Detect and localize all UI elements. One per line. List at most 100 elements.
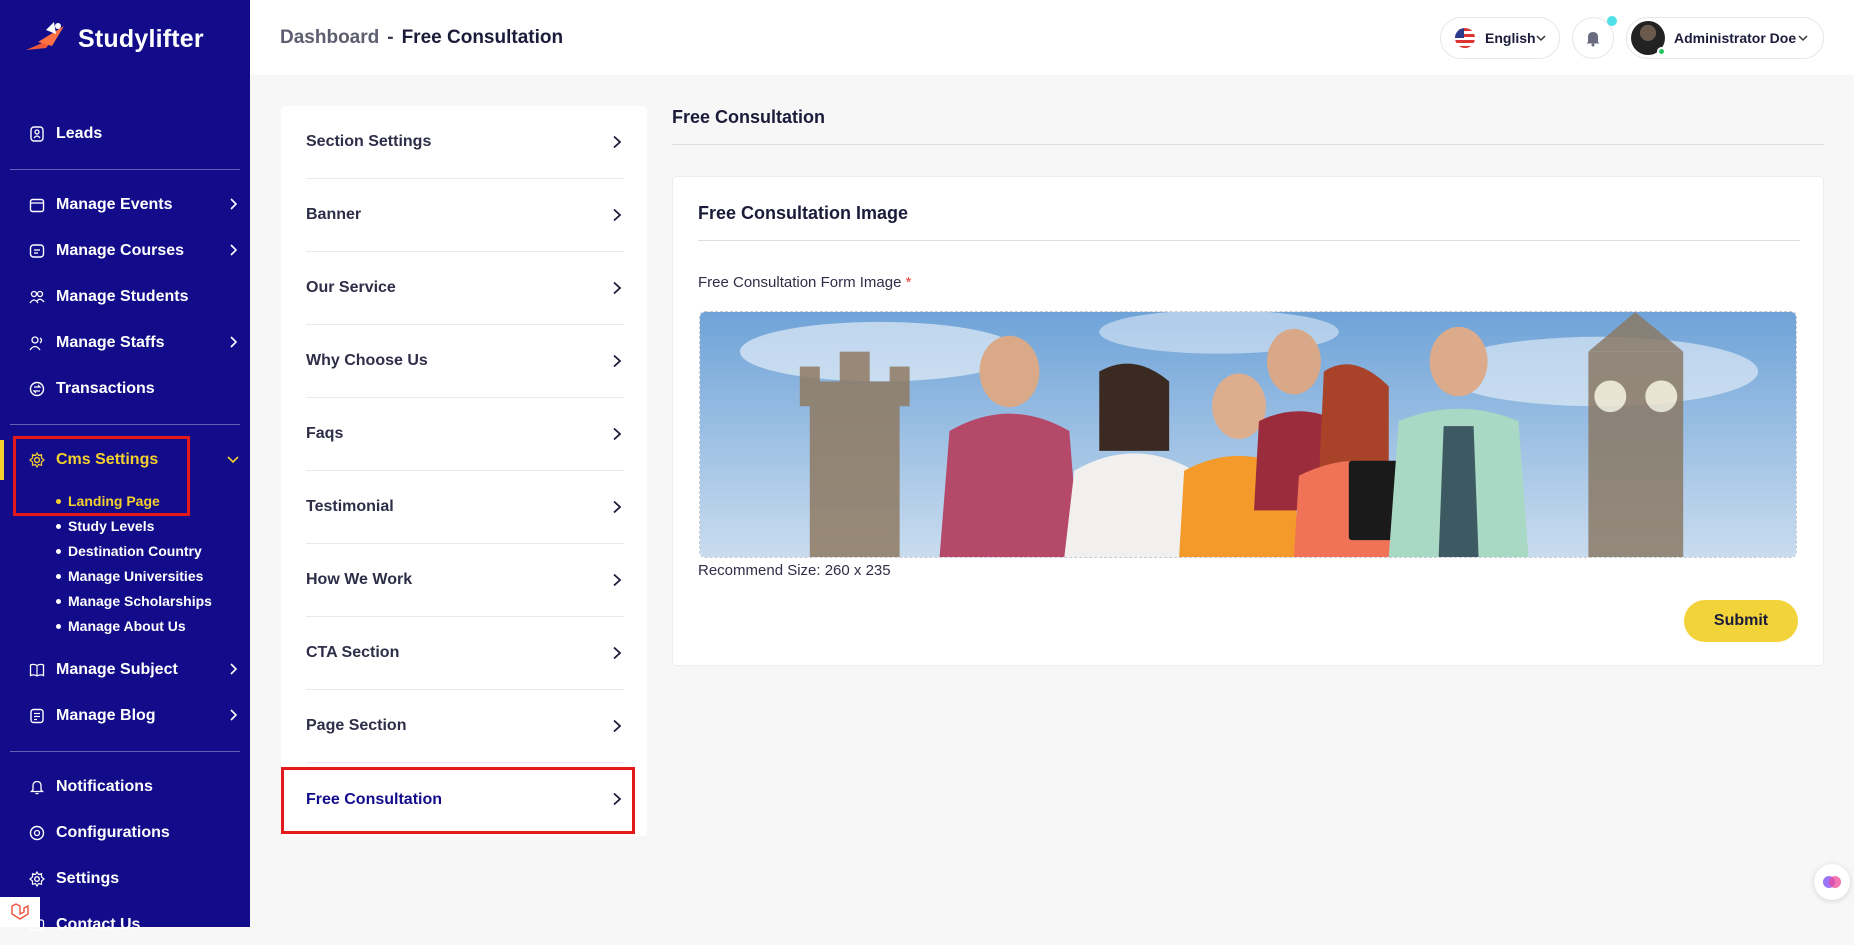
sidebar-divider [10,169,240,170]
chevron-right-icon [230,709,238,721]
section-menu-label: Page Section [306,717,407,734]
sidebar-item-manage-students[interactable]: Manage Students [10,277,240,317]
card-title: Free Consultation Image [698,203,909,223]
notification-dot [1607,16,1617,26]
chevron-right-icon [613,354,622,368]
section-menu-label: Section Settings [306,133,432,150]
notification-button[interactable] [1572,16,1617,59]
sidebar-item-label: Notifications [56,778,153,795]
sidebar-item-label: Configurations [56,824,170,841]
section-menu-item-testimonial[interactable]: Testimonial [306,471,624,544]
section-menu-item-banner[interactable]: Banner [306,179,624,252]
sidebar-subitem-destination-country[interactable]: Destination Country [56,543,202,559]
assistant-floating-icon[interactable] [1814,864,1850,900]
chevron-right-icon [230,198,238,210]
configurations-icon [28,824,46,842]
sidebar-subitem-manage-universities[interactable]: Manage Universities [56,568,203,584]
chevron-right-icon [613,646,622,660]
sidebar-divider [10,424,240,425]
image-field-label-text: Free Consultation Form Image [698,274,902,291]
sidebar-item-label: Contact Us [56,916,141,933]
bell-icon [1586,32,1600,47]
chevron-right-icon [613,135,622,149]
section-menu: Section Settings Banner Our Service Why … [281,106,647,836]
courses-icon [28,242,46,260]
laravel-debug-icon[interactable] [0,897,40,927]
chevron-right-icon [230,244,238,256]
user-menu[interactable]: Administrator Doe [1626,17,1824,59]
sidebar-item-label: Manage Students [56,288,189,305]
recommend-size-hint: Recommend Size: 260 x 235 [698,562,891,579]
sidebar-item-label: Manage Events [56,196,173,213]
sidebar-item-label: Leads [56,125,103,142]
section-menu-item-page-section[interactable]: Page Section [306,690,624,763]
section-menu-item-how-we-work[interactable]: How We Work [306,544,624,617]
sidebar-item-label: Manage Subject [56,661,178,678]
sidebar-item-label: Manage Blog [56,707,156,724]
language-selector[interactable]: English [1440,17,1560,59]
sidebar-item-notifications[interactable]: Notifications [10,767,240,807]
breadcrumb-separator: - [387,27,394,48]
sidebar-item-settings[interactable]: Settings [10,859,240,899]
section-menu-label: Why Choose Us [306,352,428,369]
top-bar: Dashboard - Free Consultation English Admi… [250,0,1854,75]
section-menu-item-why-choose-us[interactable]: Why Choose Us [306,325,624,398]
sidebar-item-transactions[interactable]: Transactions [10,369,240,409]
breadcrumb-current: Free Consultation [401,27,564,48]
sidebar-item-leads[interactable]: Leads [10,114,240,154]
chevron-right-icon [613,208,622,222]
sidebar-item-manage-courses[interactable]: Manage Courses [10,231,240,271]
section-menu-label: Testimonial [306,498,394,515]
sidebar-item-manage-events[interactable]: Manage Events [10,185,240,225]
chevron-right-icon [613,573,622,587]
chevron-right-icon [230,336,238,348]
sidebar-subitem-manage-about-us[interactable]: Manage About Us [56,618,186,634]
section-menu-item-free-consultation[interactable]: Free Consultation [306,763,624,836]
chevron-down-icon [1798,35,1808,42]
calendar-icon [28,196,46,214]
sidebar-item-manage-blog[interactable]: Manage Blog [10,696,240,736]
section-menu-item-cta-section[interactable]: CTA Section [306,617,624,690]
sidebar-item-label: Manage Courses [56,242,185,259]
sidebar-subitem-manage-scholarships[interactable]: Manage Scholarships [56,593,212,609]
sidebar-item-configurations[interactable]: Configurations [10,813,240,853]
sidebar-item-manage-staffs[interactable]: Manage Staffs [10,323,240,363]
submit-button[interactable]: Submit [1684,600,1798,642]
sidebar-item-label: Transactions [56,380,155,397]
section-menu-label: Free Consultation [306,790,443,808]
chevron-down-icon [227,456,239,464]
breadcrumb: Dashboard - Free Consultation [280,27,563,49]
section-menu-label: Banner [306,206,362,223]
blog-icon [28,707,46,725]
logo-icon [26,22,64,50]
bell-icon [28,778,46,796]
section-menu-label: CTA Section [306,644,400,661]
chevron-right-icon [613,500,622,514]
transactions-icon [28,380,46,398]
leads-icon [28,125,46,143]
sidebar-item-label: Manage Staffs [56,334,165,351]
sidebar-subitem-landing-page[interactable]: Landing Page [56,493,160,509]
image-upload-dropzone[interactable] [699,311,1797,558]
image-field-label: Free Consultation Form Image * [698,274,911,291]
sidebar-subitem-study-levels[interactable]: Study Levels [56,518,154,534]
sidebar-item-label: Settings [56,870,120,887]
app-logo[interactable]: Studylifter [24,20,204,58]
consultation-image-preview [700,312,1796,557]
chevron-down-icon [1536,35,1546,42]
sidebar-item-contact-us[interactable]: Contact Us [10,905,240,945]
section-menu-item-section-settings[interactable]: Section Settings [306,106,624,179]
section-menu-item-faqs[interactable]: Faqs [306,398,624,471]
section-menu-item-our-service[interactable]: Our Service [306,252,624,325]
chevron-right-icon [613,427,622,441]
us-flag-icon [1455,28,1475,48]
required-mark: * [905,274,912,291]
chevron-right-icon [613,719,622,733]
cms-settings-icon [28,451,46,469]
sidebar-item-label: Cms Settings [56,451,159,468]
breadcrumb-parent[interactable]: Dashboard [280,27,379,48]
card-divider [698,240,1800,241]
avatar [1631,21,1666,56]
sidebar-item-cms-settings[interactable]: Cms Settings [10,440,240,480]
sidebar-item-manage-subject[interactable]: Manage Subject [10,650,240,690]
